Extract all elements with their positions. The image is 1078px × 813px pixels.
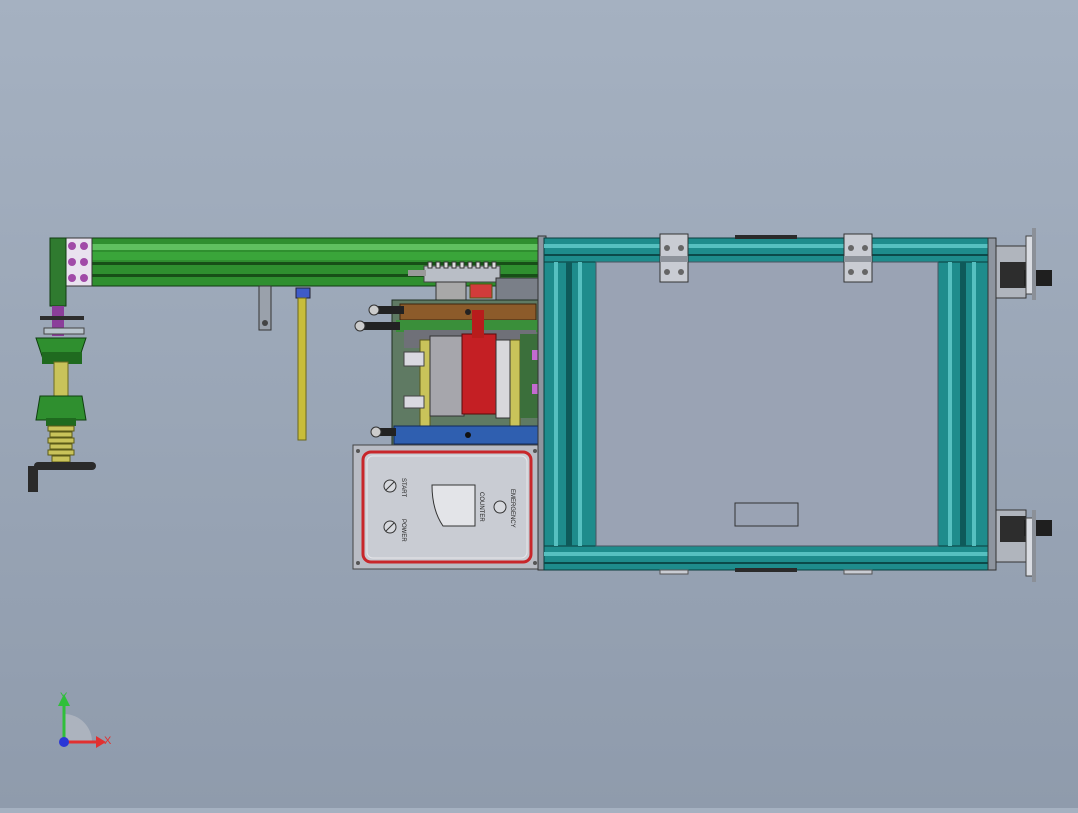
handle-top bbox=[735, 235, 797, 239]
leveling-foot-top bbox=[995, 228, 1052, 300]
power-button[interactable] bbox=[383, 520, 397, 534]
triad-plane bbox=[64, 714, 92, 742]
coordinate-triad: Y X bbox=[58, 691, 112, 748]
hinge-bottom bbox=[843, 569, 873, 575]
leveling-foot-bottom bbox=[995, 509, 1052, 582]
extrusion-end-block bbox=[63, 237, 93, 287]
counter-label: COUNTER bbox=[478, 492, 484, 522]
control-panel: START POWER COUNTER EMERGENCY bbox=[352, 444, 541, 570]
model-canvas[interactable]: START POWER COUNTER EMERGENCY Y X bbox=[0, 0, 1078, 808]
start-button[interactable] bbox=[383, 479, 397, 493]
x-axis-label: X bbox=[104, 735, 112, 747]
power-label: POWER bbox=[400, 519, 406, 542]
handle-bottom bbox=[735, 568, 797, 572]
mechanism-body bbox=[391, 299, 541, 447]
handwheel-assembly bbox=[28, 306, 96, 492]
y-axis-label: Y bbox=[60, 691, 68, 703]
vertical-post bbox=[49, 237, 67, 307]
emergency-label: EMERGENCY bbox=[509, 489, 515, 528]
z-axis-dot bbox=[59, 737, 69, 747]
hinge-bottom bbox=[659, 569, 689, 575]
hinge bbox=[843, 233, 873, 283]
yellow-guide-rod bbox=[295, 287, 311, 441]
bracket-tab bbox=[258, 285, 272, 331]
start-label: START bbox=[400, 478, 406, 497]
emergency-button[interactable] bbox=[493, 500, 507, 514]
cad-viewport[interactable]: START POWER COUNTER EMERGENCY Y X bbox=[0, 0, 1078, 808]
hinge bbox=[659, 233, 689, 283]
